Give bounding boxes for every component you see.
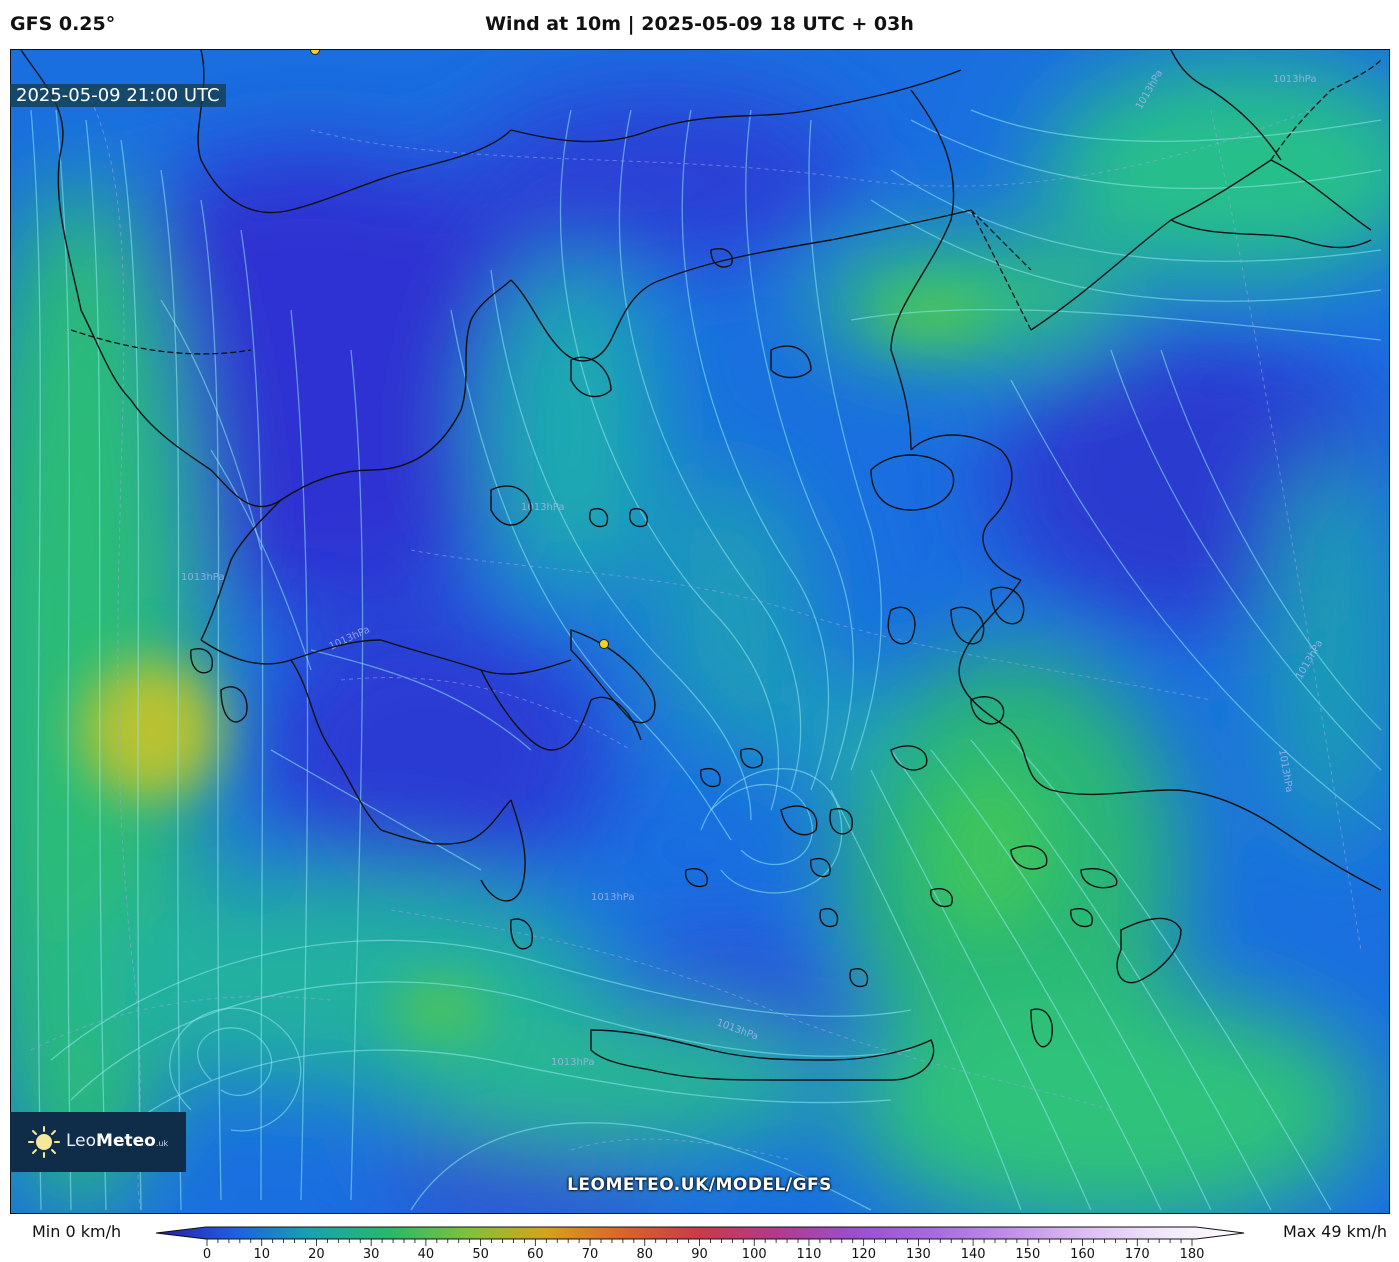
colorbar-tick-label: 140 [960, 1247, 986, 1262]
logo-word-regular: Leo [66, 1131, 97, 1151]
logo-wordmark: LeoMeteo.uk [66, 1131, 168, 1151]
colorbar-ticks [206, 1239, 1193, 1246]
colorbar [156, 1226, 1245, 1246]
isobar-label: 1013hPa [1273, 74, 1317, 85]
city-marker-athens [599, 639, 609, 649]
isobar-label: 1013hPa [181, 572, 225, 583]
wind-map: 1013hPa 1013hPa 1013hPa 1013hPa 1013hPa … [10, 49, 1390, 1214]
colorbar-min-label: Min 0 km/h [32, 1222, 122, 1241]
colorbar-tick-label: 160 [1070, 1247, 1095, 1262]
colorbar-tick-label: 150 [1015, 1247, 1041, 1262]
colorbar-tick-label: 180 [1179, 1247, 1205, 1262]
colorbar-tick-label: 100 [741, 1247, 767, 1262]
colorbar-tick-label: 30 [362, 1247, 380, 1262]
colorbar-tick-label: 40 [417, 1247, 435, 1262]
colorbar-tick-label: 10 [253, 1247, 270, 1262]
source-watermark: LEOMETEO.UK/MODEL/GFS [567, 1175, 832, 1195]
city-marker [310, 50, 320, 55]
isobar-label: 1013hPa [591, 892, 635, 903]
logo-word-bold: Meteo [96, 1131, 156, 1151]
colorbar-tick-label: 130 [905, 1247, 931, 1262]
colorbar-tick-label: 120 [851, 1247, 877, 1262]
isobar-label: 1013hPa [551, 1057, 595, 1068]
isobar-label: 1013hPa [521, 502, 565, 513]
leometeo-logo[interactable]: LeoMeteo.uk [10, 1112, 186, 1172]
logo-suffix: .uk [155, 1139, 169, 1148]
colorbar-tick-label: 110 [796, 1247, 822, 1262]
colorbar-tick-label: 80 [636, 1247, 654, 1262]
colorbar-body [156, 1226, 1245, 1240]
colorbar-tick-label: 60 [527, 1247, 544, 1262]
colorbar-tick-label: 170 [1124, 1247, 1150, 1262]
valid-time-label: 2025-05-09 21:00 UTC [10, 84, 226, 107]
colorbar-max-label: Max 49 km/h [1283, 1222, 1387, 1241]
colorbar-tick-label: 0 [202, 1247, 212, 1262]
colorbar-tick-label: 90 [691, 1247, 708, 1262]
map-title: Wind at 10m | 2025-05-09 18 UTC + 03h [485, 13, 914, 35]
sun-icon [28, 1126, 60, 1158]
colorbar-tick-label: 50 [472, 1247, 489, 1262]
colorbar-tick-label: 70 [581, 1247, 599, 1262]
wind-field-svg: 1013hPa 1013hPa 1013hPa 1013hPa 1013hPa … [11, 50, 1389, 1213]
colorbar-tick-label: 20 [308, 1247, 325, 1262]
